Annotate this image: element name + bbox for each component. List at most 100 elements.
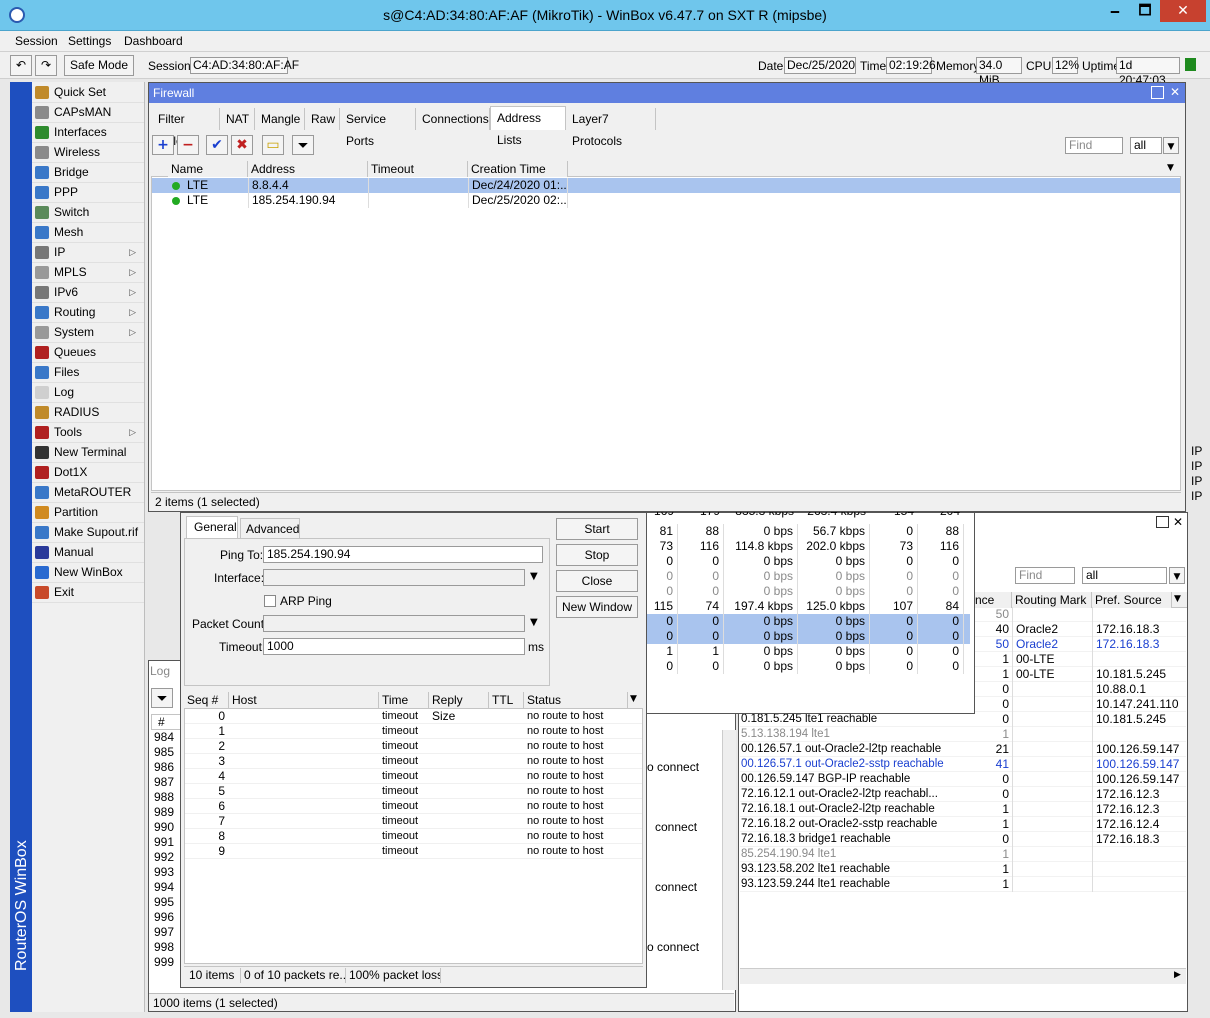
route-columns-menu-icon[interactable]: ▼ <box>1174 594 1181 604</box>
log-row-number[interactable]: 985 <box>151 745 181 760</box>
ping-tab-advanced[interactable]: Advanced <box>240 518 300 538</box>
close-button[interactable]: Close <box>556 570 638 592</box>
tab-mangle[interactable]: Mangle <box>255 108 305 130</box>
ping-result-row[interactable]: 0 timeout no route to host <box>185 709 642 724</box>
log-tab[interactable]: Log <box>150 664 180 682</box>
firewall-close-icon[interactable]: ✕ <box>1168 85 1182 99</box>
log-row-number[interactable]: 991 <box>151 835 181 850</box>
sidebar-item-dot1x[interactable]: Dot1X <box>32 463 144 483</box>
table-row[interactable]: LTE 185.254.190.94 Dec/25/2020 02:... <box>152 193 1180 208</box>
scroll-right-icon[interactable]: ▶ <box>1174 970 1181 980</box>
log-row-number[interactable]: 986 <box>151 760 181 775</box>
table-row[interactable]: LTE 8.8.4.4 Dec/24/2020 01:... <box>152 178 1180 193</box>
tab-service-ports[interactable]: Service Ports <box>340 108 416 148</box>
col-reply-size[interactable]: Reply Size <box>429 692 489 723</box>
stop-button[interactable]: Stop <box>556 544 638 566</box>
ping-columns-menu-icon[interactable]: ▼ <box>630 694 637 704</box>
enable-icon[interactable]: ✔ <box>206 135 228 155</box>
ping-result-row[interactable]: 3 timeout no route to host <box>185 754 642 769</box>
remove-icon[interactable]: − <box>177 135 199 155</box>
col-host[interactable]: Host <box>229 692 379 708</box>
firewall-filter-select[interactable]: all <box>1130 137 1162 154</box>
filter-icon[interactable]: ⏷ <box>292 135 314 155</box>
new-window-button[interactable]: New Window <box>556 596 638 618</box>
log-row-number[interactable]: 997 <box>151 925 181 940</box>
menu-settings[interactable]: Settings <box>68 34 111 48</box>
sidebar-item-ipv6[interactable]: IPv6 ▷ <box>32 283 144 303</box>
tab-raw[interactable]: Raw <box>305 108 340 130</box>
sidebar-item-partition[interactable]: Partition <box>32 503 144 523</box>
columns-menu-icon[interactable]: ▼ <box>1167 163 1174 173</box>
sidebar-item-files[interactable]: Files <box>32 363 144 383</box>
log-filter-icon[interactable]: ⏷ <box>151 688 173 708</box>
col-address[interactable]: Address <box>248 161 368 177</box>
sidebar-item-capsman[interactable]: CAPsMAN <box>32 103 144 123</box>
tab-layer7-protocols[interactable]: Layer7 Protocols <box>566 108 656 148</box>
col-ttl[interactable]: TTL <box>489 692 524 708</box>
log-row-number[interactable]: 987 <box>151 775 181 790</box>
sidebar-item-ip[interactable]: IP ▷ <box>32 243 144 263</box>
sidebar-item-exit[interactable]: Exit <box>32 583 144 603</box>
menu-session[interactable]: Session <box>15 34 58 48</box>
sidebar-item-new-terminal[interactable]: New Terminal <box>32 443 144 463</box>
col-seq[interactable]: Seq # <box>184 692 229 708</box>
col-timeout[interactable]: Timeout <box>368 161 468 177</box>
firewall-filter-dropdown-icon[interactable]: ▼ <box>1163 137 1179 154</box>
sidebar-item-radius[interactable]: RADIUS <box>32 403 144 423</box>
col-time[interactable]: Time <box>379 692 429 708</box>
packet-count-select[interactable] <box>263 615 525 632</box>
col-creation-time[interactable]: Creation Time <box>468 161 568 177</box>
tab-nat[interactable]: NAT <box>220 108 255 130</box>
log-row-number[interactable]: 984 <box>151 730 181 745</box>
log-row-number[interactable]: 994 <box>151 880 181 895</box>
route-find-input[interactable]: Find <box>1015 567 1075 584</box>
sidebar-item-routing[interactable]: Routing ▷ <box>32 303 144 323</box>
log-row-number[interactable]: 995 <box>151 895 181 910</box>
route-hscroll[interactable] <box>740 968 1186 984</box>
menu-dashboard[interactable]: Dashboard <box>124 34 183 48</box>
firewall-find-input[interactable]: Find <box>1065 137 1123 154</box>
route-col-distance[interactable]: nce <box>972 592 1012 608</box>
interface-dropdown-icon[interactable]: ▼ <box>530 571 538 582</box>
sidebar-item-manual[interactable]: Manual <box>32 543 144 563</box>
tab-connections[interactable]: Connections <box>416 108 490 130</box>
log-scrollbar[interactable] <box>722 730 736 990</box>
sidebar-item-bridge[interactable]: Bridge <box>32 163 144 183</box>
ping-result-row[interactable]: 1 timeout no route to host <box>185 724 642 739</box>
log-row-number[interactable]: 998 <box>151 940 181 955</box>
ping-result-row[interactable]: 5 timeout no route to host <box>185 784 642 799</box>
sidebar-item-log[interactable]: Log <box>32 383 144 403</box>
ping-result-row[interactable]: 6 timeout no route to host <box>185 799 642 814</box>
close-window-button[interactable]: ✕ <box>1160 0 1206 22</box>
add-icon[interactable]: + <box>152 135 174 155</box>
interface-select[interactable] <box>263 569 525 586</box>
start-button[interactable]: Start <box>556 518 638 540</box>
safe-mode-button[interactable]: Safe Mode <box>64 55 134 76</box>
log-row-number[interactable]: 990 <box>151 820 181 835</box>
route-col-pref-source[interactable]: Pref. Source <box>1092 592 1172 608</box>
log-row-number[interactable]: 992 <box>151 850 181 865</box>
packet-count-dropdown-icon[interactable]: ▼ <box>530 617 538 628</box>
log-row-number[interactable]: 989 <box>151 805 181 820</box>
ping-to-input[interactable]: 185.254.190.94 <box>263 546 543 563</box>
route-filter-dropdown-icon[interactable]: ▼ <box>1169 567 1185 584</box>
sidebar-item-interfaces[interactable]: Interfaces <box>32 123 144 143</box>
route-filter-select[interactable]: all <box>1082 567 1167 584</box>
ping-result-row[interactable]: 9 timeout no route to host <box>185 844 642 859</box>
maximize-button[interactable]: 🗖 <box>1130 0 1160 22</box>
sidebar-item-ppp[interactable]: PPP <box>32 183 144 203</box>
comment-icon[interactable]: ▭ <box>262 135 284 155</box>
disable-icon[interactable]: ✖ <box>231 135 253 155</box>
sidebar-item-quick-set[interactable]: Quick Set <box>32 83 144 103</box>
sidebar-item-make-supout-rif[interactable]: Make Supout.rif <box>32 523 144 543</box>
firewall-maximize-icon[interactable] <box>1151 86 1164 99</box>
arp-ping-checkbox[interactable] <box>264 595 276 607</box>
sidebar-item-wireless[interactable]: Wireless <box>32 143 144 163</box>
ping-result-row[interactable]: 2 timeout no route to host <box>185 739 642 754</box>
sidebar-item-metarouter[interactable]: MetaROUTER <box>32 483 144 503</box>
sidebar-item-switch[interactable]: Switch <box>32 203 144 223</box>
log-row-number[interactable]: 999 <box>151 955 181 970</box>
undo-button[interactable]: ↶ <box>10 55 32 76</box>
ping-result-row[interactable]: 8 timeout no route to host <box>185 829 642 844</box>
sidebar-item-system[interactable]: System ▷ <box>32 323 144 343</box>
